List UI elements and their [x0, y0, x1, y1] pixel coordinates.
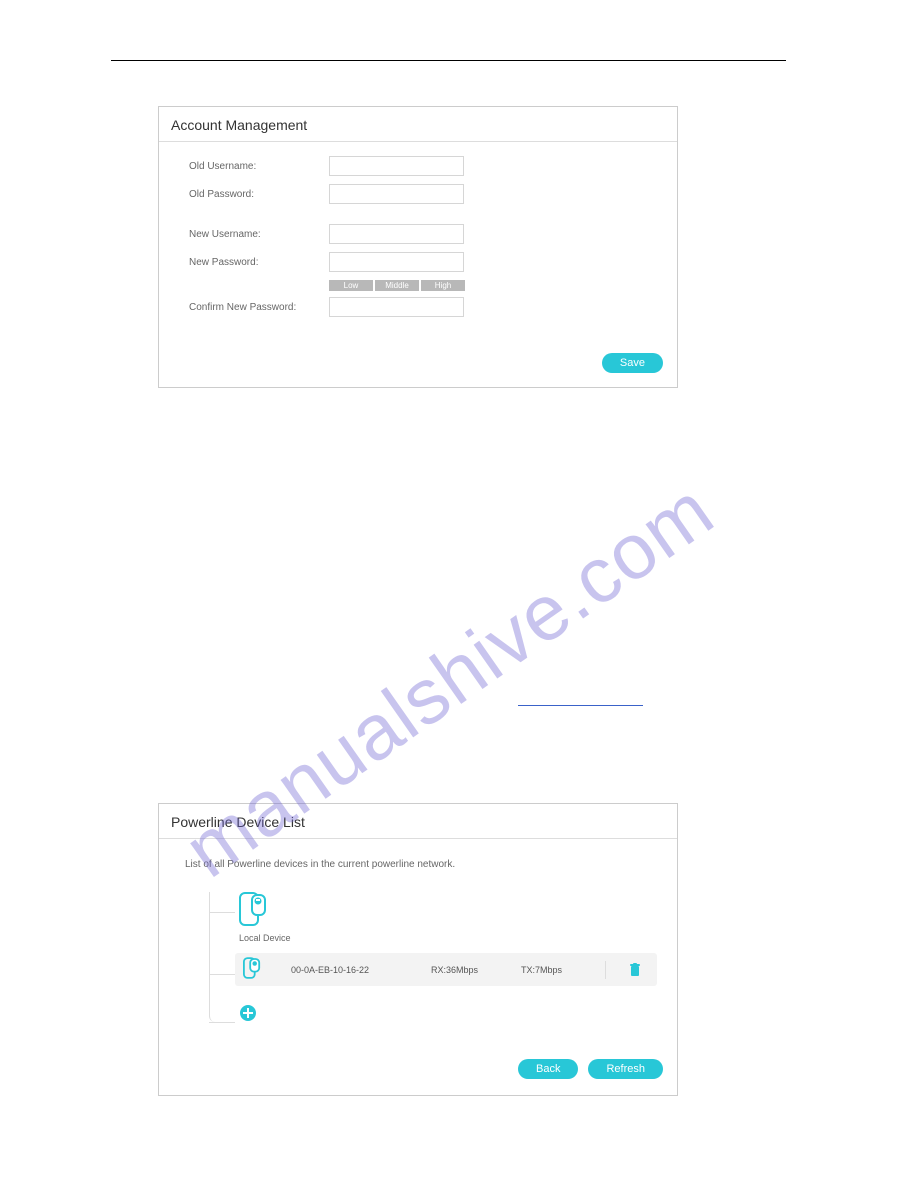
old-password-input[interactable]: [329, 184, 464, 204]
powerline-device-icon: [243, 957, 261, 982]
add-device-icon[interactable]: [239, 1013, 257, 1025]
powerline-device-icon: [239, 892, 267, 926]
new-username-label: New Username:: [189, 229, 329, 240]
device-mac: 00-0A-EB-10-16-22: [291, 965, 411, 975]
local-device-node: Local Device: [239, 892, 657, 943]
panel-title: Powerline Device List: [159, 804, 677, 839]
powerline-device-list-panel: Powerline Device List List of all Powerl…: [158, 803, 678, 1096]
old-username-label: Old Username:: [189, 161, 329, 172]
tree-branch: [209, 974, 235, 975]
new-username-input[interactable]: [329, 224, 464, 244]
new-password-input[interactable]: [329, 252, 464, 272]
strength-middle: Middle: [375, 280, 419, 291]
tree-branch: [209, 912, 235, 913]
back-button[interactable]: Back: [518, 1059, 578, 1079]
powerline-description: List of all Powerline devices in the cur…: [185, 859, 657, 870]
old-username-input[interactable]: [329, 156, 464, 176]
panel-title: Account Management: [159, 107, 677, 142]
header-rule: [111, 60, 786, 61]
inline-link-underline: [518, 705, 643, 706]
confirm-new-password-input[interactable]: [329, 297, 464, 317]
local-device-label: Local Device: [239, 933, 657, 943]
account-management-panel: Account Management Old Username: Old Pas…: [158, 106, 678, 388]
strength-low: Low: [329, 280, 373, 291]
old-password-label: Old Password:: [189, 189, 329, 200]
row-separator: [605, 961, 606, 979]
device-tx: TX:7Mbps: [521, 965, 581, 975]
strength-high: High: [421, 280, 465, 291]
confirm-new-password-label: Confirm New Password:: [189, 302, 329, 313]
refresh-button[interactable]: Refresh: [588, 1059, 663, 1079]
tree-branch: [209, 1022, 235, 1023]
trash-icon[interactable]: [630, 963, 640, 977]
device-rx: RX:36Mbps: [431, 965, 501, 975]
password-strength-meter: Low Middle High: [329, 280, 657, 291]
new-password-label: New Password:: [189, 257, 329, 268]
remote-device-row: 00-0A-EB-10-16-22 RX:36Mbps TX:7Mbps: [235, 953, 657, 986]
save-button[interactable]: Save: [602, 353, 663, 373]
